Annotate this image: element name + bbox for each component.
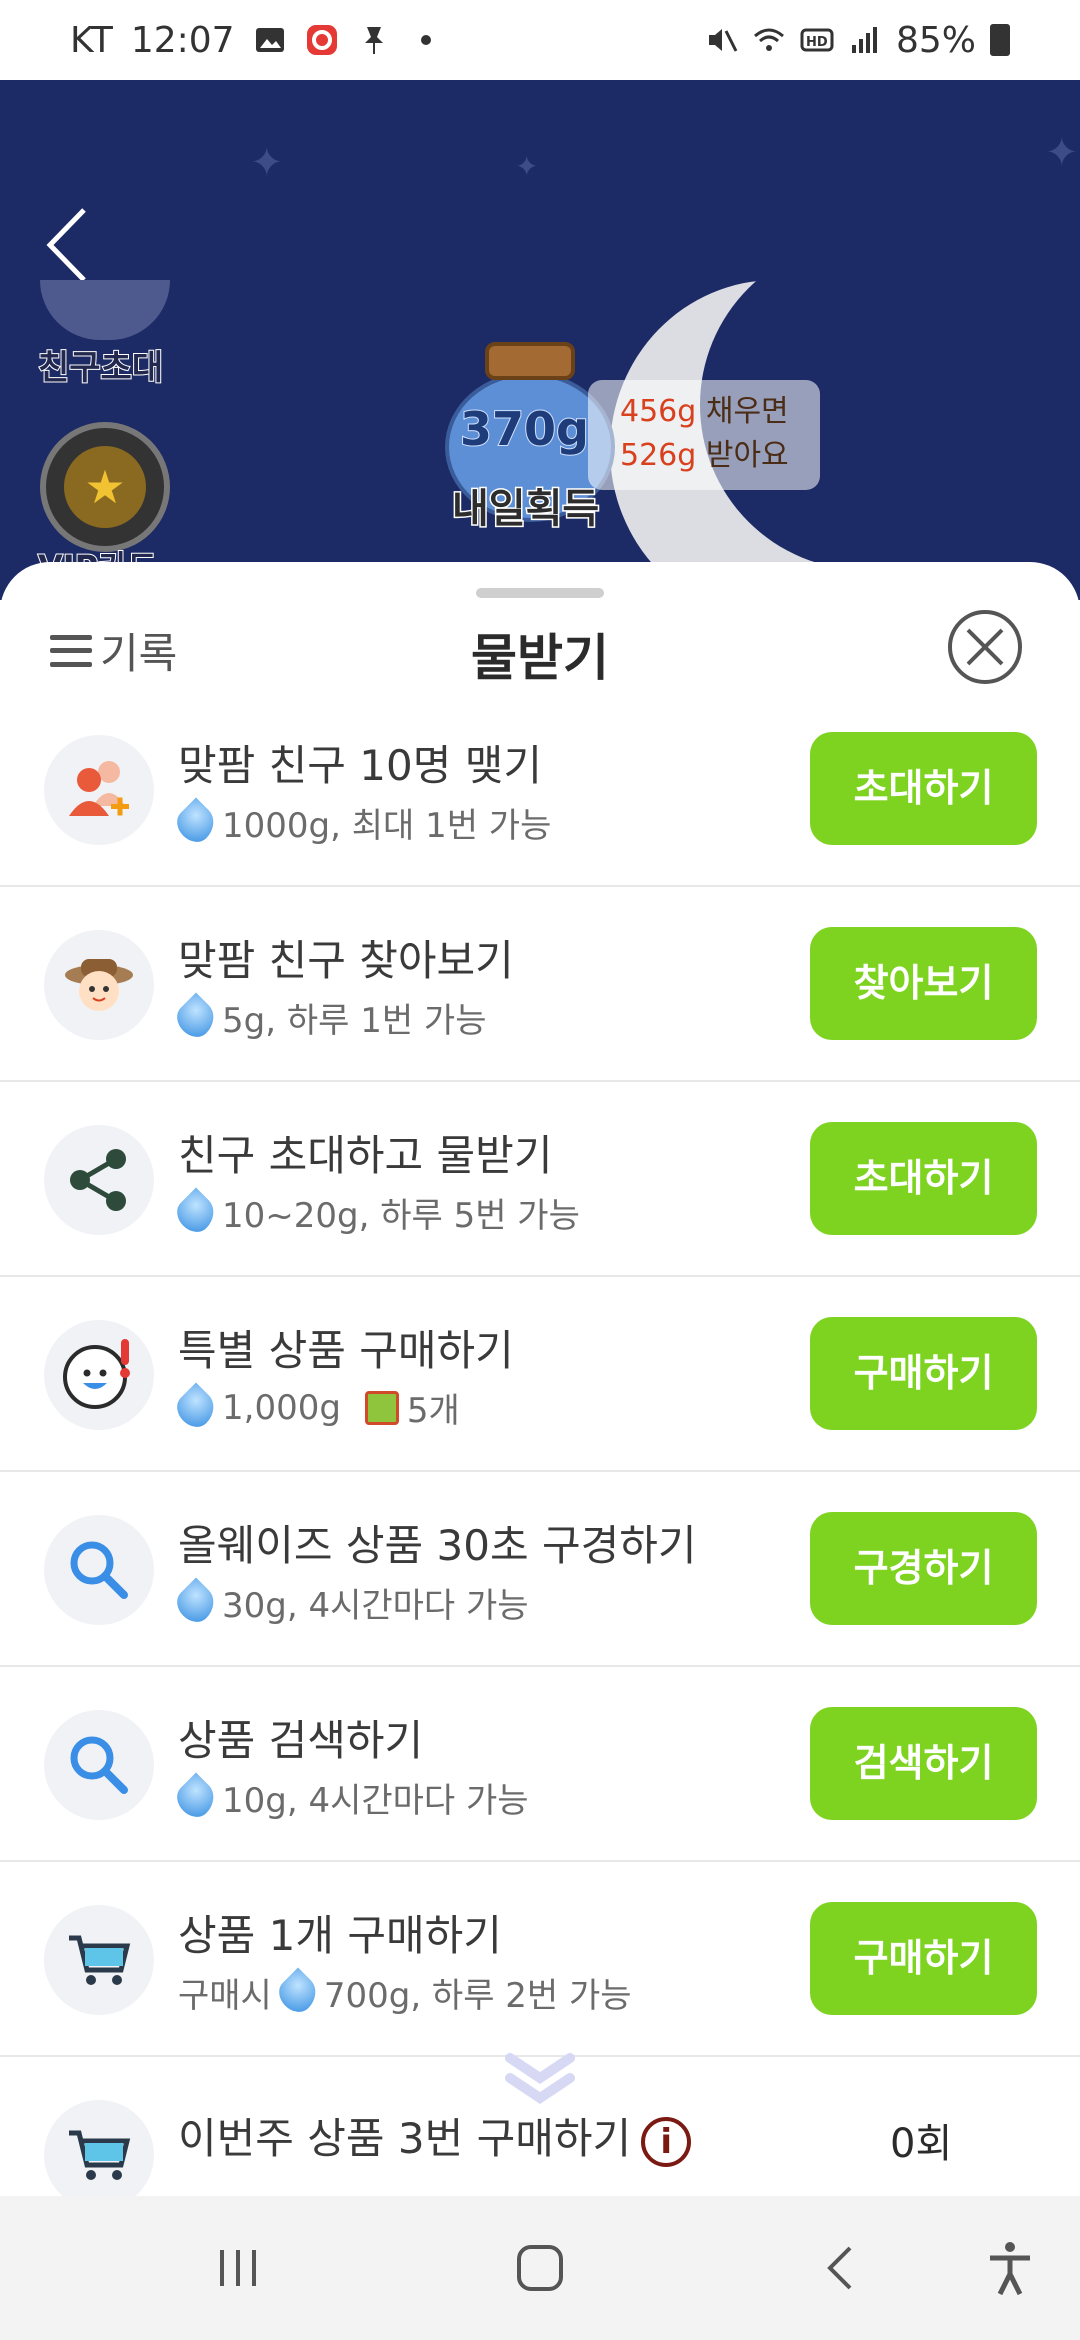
vip-card-icon[interactable]: ★ (40, 422, 170, 552)
sheet-handle[interactable] (476, 588, 604, 598)
task-reward: 10g, 4시간마다 가능 (170, 1772, 529, 1823)
purchase-count: 0회 (890, 2121, 953, 2167)
buy-special-button[interactable]: 구매하기 (810, 1317, 1037, 1430)
task-reward: 5g, 하루 1번 가능 (170, 992, 486, 1043)
task-title: 친구 초대하고 물받기 (178, 1131, 553, 1180)
invite-share-button[interactable]: 초대하기 (810, 1122, 1037, 1235)
pin-icon (364, 27, 383, 54)
recent-apps-icon[interactable] (208, 2238, 268, 2298)
back-nav-icon[interactable] (812, 2238, 872, 2298)
friends-add-icon (69, 761, 129, 816)
task-reward: 1,000g 5개 (170, 1382, 460, 1433)
status-bar: KT 12:07 HD 85% (0, 0, 1080, 80)
alert-face-icon (63, 1339, 130, 1409)
clock: 12:07 (130, 19, 235, 61)
task-row: 특별 상품 구매하기 1,000g 5개 구매하기 (0, 1277, 1080, 1472)
share-icon (70, 1149, 126, 1211)
buy-one-button[interactable]: 구매하기 (810, 1902, 1037, 2015)
farmer-avatar-icon (65, 959, 133, 1011)
task-list: 맞팜 친구 10명 맺기 1000g, 최대 1번 가능 초대하기 맞팜 친구 … (0, 692, 1080, 2196)
task-title: 이번주 상품 3번 구매하기 i (178, 2105, 692, 2167)
star-icon: ✦ (515, 150, 539, 183)
friend-invite-icon[interactable] (40, 280, 170, 340)
battery-icon (990, 24, 1010, 56)
cart-icon (69, 1935, 131, 1985)
svg-text:HD: HD (806, 35, 828, 50)
water-tasks-sheet: 기록 물받기 맞팜 친구 10명 맺기 1000g, 최대 1번 가능 초대하기… (0, 562, 1080, 2196)
info-icon[interactable]: i (641, 2116, 692, 2167)
task-row: 상품 검색하기 10g, 4시간마다 가능 검색하기 (0, 1667, 1080, 1862)
app-notification-icon (306, 25, 337, 55)
star-icon: ✦ (1045, 130, 1079, 176)
back-icon[interactable] (40, 200, 100, 290)
farm-hero: ✦ ✦ ✦ 친구초대 ★ VIP카드 370g 내일획득 456g 채우면 52… (0, 80, 1080, 600)
task-title: 올웨이즈 상품 30초 구경하기 (178, 1521, 697, 1570)
gallery-icon (255, 28, 284, 52)
water-drop-icon (170, 1187, 222, 1238)
search-icon (70, 1541, 128, 1599)
task-row: 올웨이즈 상품 30초 구경하기 30g, 4시간마다 가능 구경하기 (0, 1472, 1080, 1667)
task-row: 친구 초대하고 물받기 10~20g, 하루 5번 가능 초대하기 (0, 1082, 1080, 1277)
sheet-title: 물받기 (471, 629, 609, 687)
dot-icon (420, 35, 431, 45)
invite-friends-button[interactable]: 초대하기 (810, 732, 1037, 845)
cart-icon (69, 2130, 131, 2180)
search-icon (70, 1736, 128, 1794)
water-drop-icon (272, 1967, 324, 2018)
browse-button[interactable]: 구경하기 (810, 1512, 1037, 1625)
search-button[interactable]: 검색하기 (810, 1707, 1037, 1820)
hd-voice-icon: HD (800, 28, 834, 52)
task-title: 맞팜 친구 10명 맺기 (178, 741, 542, 790)
water-drop-icon (170, 1577, 222, 1628)
water-drop-icon (170, 1382, 222, 1433)
signal-icon (851, 27, 877, 53)
task-title: 특별 상품 구매하기 (178, 1326, 514, 1375)
task-title: 상품 검색하기 (178, 1716, 424, 1765)
product-box-icon (364, 1390, 399, 1425)
task-reward: 구매시 700g, 하루 2번 가능 (178, 1967, 632, 2018)
water-drop-icon (170, 797, 222, 848)
task-row: 상품 1개 구매하기 구매시 700g, 하루 2번 가능 구매하기 (0, 1862, 1080, 2057)
mute-icon (708, 29, 738, 52)
wifi-icon (754, 28, 784, 51)
task-title: 맞팜 친구 찾아보기 (178, 936, 514, 985)
water-drop-icon (170, 1772, 222, 1823)
water-drop-icon (170, 992, 222, 1043)
carrier-label: KT (70, 19, 113, 61)
jar-amount: 370g (459, 401, 590, 457)
accessibility-icon[interactable] (980, 2238, 1040, 2298)
find-friends-button[interactable]: 찾아보기 (810, 927, 1037, 1040)
task-row: 맞팜 친구 10명 맺기 1000g, 최대 1번 가능 초대하기 (0, 692, 1080, 887)
task-reward: 30g, 4시간마다 가능 (170, 1577, 529, 1628)
jar-label: 내일획득 (450, 485, 600, 534)
task-reward: 10~20g, 하루 5번 가능 (170, 1187, 580, 1238)
battery-percent: 85% (895, 19, 976, 61)
task-row: 맞팜 친구 찾아보기 5g, 하루 1번 가능 찾아보기 (0, 887, 1080, 1082)
home-icon[interactable] (510, 2238, 570, 2298)
close-icon (966, 628, 1004, 666)
close-button[interactable] (948, 610, 1022, 684)
scroll-down-icon[interactable] (500, 2048, 580, 2108)
navigation-bar (0, 2196, 1080, 2340)
star-icon: ✦ (250, 140, 284, 186)
task-reward: 1000g, 최대 1번 가능 (170, 797, 551, 848)
friend-invite-label[interactable]: 친구초대 (37, 340, 164, 389)
task-title: 상품 1개 구매하기 (178, 1911, 502, 1960)
jar-info-bubble: 456g 채우면 526g 받아요 (588, 380, 820, 490)
